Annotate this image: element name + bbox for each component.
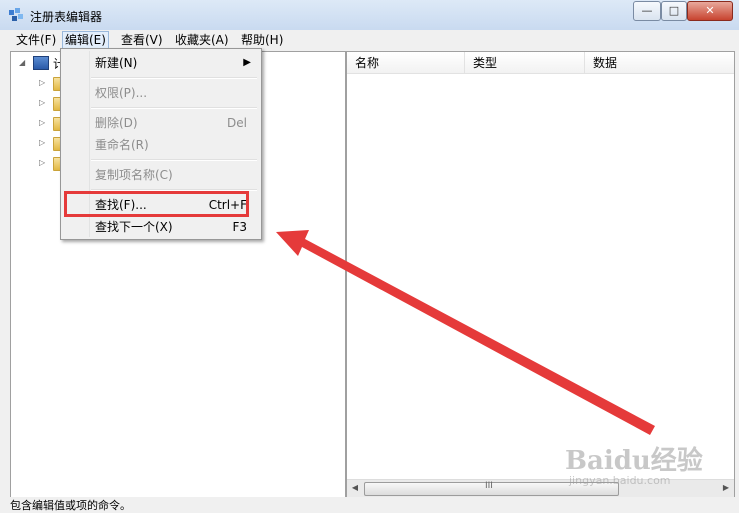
menu-item-permissions[interactable]: 权限(P)...	[63, 82, 259, 104]
submenu-arrow-icon: ▶	[243, 57, 251, 68]
title-bar: 注册表编辑器 — □ ✕	[0, 0, 739, 30]
menu-file[interactable]: 文件(F)	[14, 32, 58, 48]
column-header-data[interactable]: 数据	[585, 52, 734, 74]
menu-bar: 文件(F) 编辑(E) 查看(V) 收藏夹(A) 帮助(H)	[0, 30, 739, 50]
menu-item-new-label: 新建(N)	[95, 56, 138, 70]
expand-arrow-icon[interactable]: ▷	[39, 98, 45, 107]
expand-arrow-icon[interactable]: ▷	[39, 158, 45, 167]
menu-help[interactable]: 帮助(H)	[239, 32, 285, 48]
column-header-type[interactable]: 类型	[465, 52, 585, 74]
menu-item-copy-key-name-label: 复制项名称(C)	[95, 168, 173, 182]
menu-edit[interactable]: 编辑(E)	[62, 31, 109, 49]
expand-arrow-icon[interactable]: ▷	[39, 78, 45, 87]
menu-favorites[interactable]: 收藏夹(A)	[173, 32, 231, 48]
scrollbar-grip: III	[485, 481, 493, 491]
menu-separator	[91, 77, 257, 79]
menu-item-find-next[interactable]: 查找下一个(X) F3	[63, 216, 259, 238]
window-title: 注册表编辑器	[30, 10, 103, 24]
expand-arrow-icon[interactable]: ▷	[39, 138, 45, 147]
annotation-highlight-box	[64, 191, 249, 217]
close-icon: ✕	[705, 4, 715, 17]
regedit-app-icon	[9, 8, 23, 21]
menu-item-delete-label: 删除(D)	[95, 116, 138, 130]
watermark-url: jingyan.baidu.com	[569, 474, 671, 487]
menu-separator	[91, 159, 257, 161]
maximize-icon: □	[668, 4, 680, 17]
menu-separator	[91, 107, 257, 109]
scroll-left-icon[interactable]: ◀	[348, 482, 362, 494]
menu-item-permissions-label: 权限(P)...	[95, 86, 148, 100]
minimize-button[interactable]: —	[633, 1, 661, 21]
status-bar: 包含编辑值或项的命令。	[0, 497, 739, 512]
watermark-logo-text: Baidu经验	[565, 446, 703, 476]
menu-item-delete-shortcut: Del	[227, 116, 247, 130]
expand-arrow-icon[interactable]: ▷	[39, 118, 45, 127]
computer-icon	[33, 56, 49, 70]
menu-item-new[interactable]: 新建(N) ▶	[63, 52, 259, 74]
menu-view[interactable]: 查看(V)	[119, 32, 165, 48]
menu-item-delete[interactable]: 删除(D) Del	[63, 112, 259, 134]
maximize-button[interactable]: □	[661, 1, 687, 21]
menu-item-find-next-label: 查找下一个(X)	[95, 220, 173, 234]
close-button[interactable]: ✕	[687, 1, 733, 21]
menu-item-find-next-shortcut: F3	[232, 220, 247, 234]
baidu-watermark: Baidu经验 jingyan.baidu.com	[565, 430, 735, 492]
column-header-name[interactable]: 名称	[347, 52, 465, 74]
menu-item-copy-key-name[interactable]: 复制项名称(C)	[63, 164, 259, 186]
collapse-arrow-icon[interactable]: ◢	[19, 58, 25, 67]
minimize-icon: —	[641, 4, 653, 17]
menu-item-rename-label: 重命名(R)	[95, 138, 149, 152]
menu-item-rename[interactable]: 重命名(R)	[63, 134, 259, 156]
